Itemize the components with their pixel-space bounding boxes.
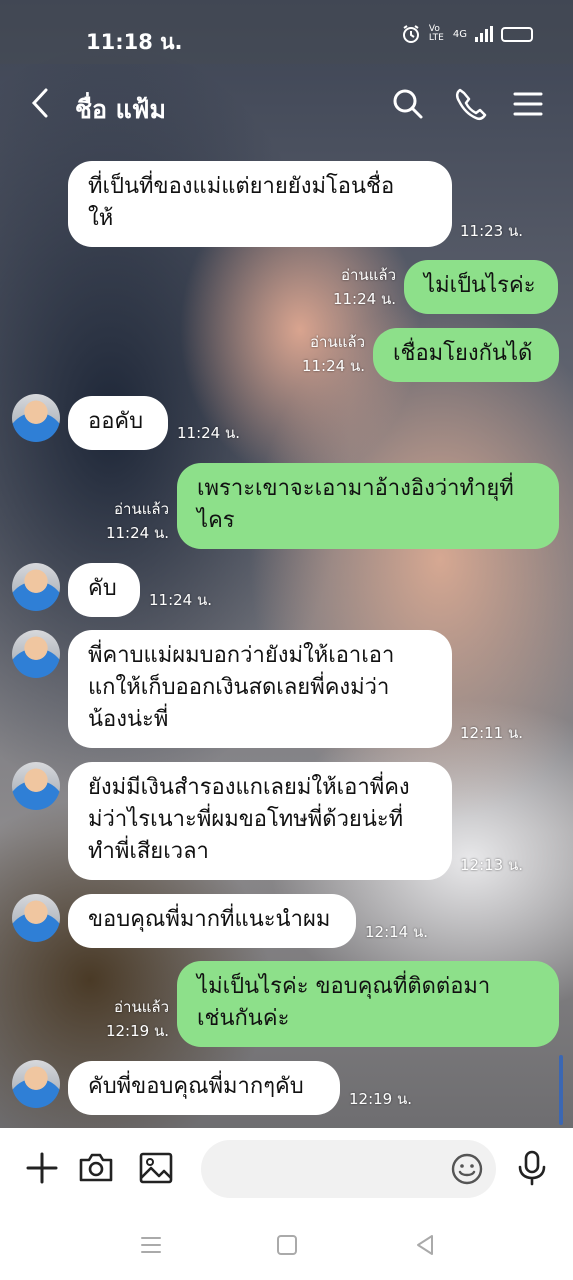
- nav-home-icon[interactable]: [272, 1230, 302, 1260]
- message-text: แกให้เก็บออกเงินสดเลยพี่คงม่ว่า: [88, 675, 390, 700]
- plus-icon[interactable]: [22, 1148, 62, 1188]
- message-time: 11:24 น.: [149, 591, 213, 609]
- message-text: เช่นกันค่ะ: [197, 1006, 290, 1031]
- message-text: เชื่อมโยงกันได้: [393, 341, 533, 366]
- battery-icon: [501, 26, 533, 42]
- read-receipt: อ่านแล้ว: [341, 266, 396, 284]
- message-text: ทำพี่เสียเวลา: [88, 839, 209, 864]
- message-time: 12:19 น.: [349, 1090, 413, 1108]
- search-icon[interactable]: [390, 86, 426, 122]
- read-receipt: อ่านแล้ว: [114, 500, 169, 518]
- message-text: น้องน่ะพี่: [88, 707, 169, 732]
- message-text: ที่เป็นที่ของแม่แต่ยายยังม่โอนชื่อ: [88, 174, 395, 199]
- alarm-icon: [402, 25, 419, 43]
- image-icon[interactable]: [136, 1148, 176, 1188]
- message-text: เพราะเขาจะเอามาอ้างอิงว่าทำยุที่: [197, 476, 514, 501]
- message-time: 11:23 น.: [460, 222, 524, 240]
- message-bubble-incoming[interactable]: ที่เป็นที่ของแม่แต่ยายยังม่โอนชื่อ ให้: [68, 161, 452, 247]
- volte-label: Vo LTE: [428, 24, 444, 43]
- network-label: 4G: [452, 28, 467, 40]
- message-input[interactable]: [201, 1140, 496, 1198]
- back-icon[interactable]: [28, 86, 52, 126]
- message-bubble-incoming[interactable]: พี่คาบแม่ผมบอกว่ายังม่ให้เอาเอา แกให้เก็…: [68, 630, 452, 748]
- message-time: 11:24 น.: [332, 290, 396, 308]
- avatar[interactable]: [12, 762, 60, 810]
- status-bar: 11:18 น. Vo LTE 4G: [0, 0, 573, 64]
- message-bubble-incoming[interactable]: ยังม่มีเงินสำรองแกเลยม่ให้เอาพี่คง ม่ว่า…: [68, 762, 452, 880]
- avatar[interactable]: [12, 394, 60, 442]
- message-time: 12:14 น.: [365, 923, 429, 941]
- read-receipt: อ่านแล้ว: [310, 333, 365, 351]
- message-text: คับ: [88, 576, 117, 601]
- message-time: 12:11 น.: [460, 724, 524, 742]
- message-text: พี่คาบแม่ผมบอกว่ายังม่ให้เอาเอา: [88, 643, 395, 668]
- mic-icon[interactable]: [512, 1148, 552, 1188]
- chat-header: ชื่อ แฟ้ม: [0, 64, 573, 148]
- read-receipt: อ่านแล้ว: [114, 998, 169, 1016]
- message-bubble-outgoing[interactable]: ไม่เป็นไรค่ะ ขอบคุณที่ติดต่อมา เช่นกันค่…: [177, 961, 559, 1047]
- menu-icon[interactable]: [510, 86, 546, 122]
- nav-back-icon[interactable]: [410, 1230, 440, 1260]
- message-text: ยังม่มีเงินสำรองแกเลยม่ให้เอาพี่คง: [88, 775, 410, 800]
- message-text: ออคับ: [88, 409, 144, 434]
- avatar[interactable]: [12, 630, 60, 678]
- nav-menu-icon[interactable]: [136, 1230, 166, 1260]
- camera-icon[interactable]: [76, 1148, 116, 1188]
- message-time: 12:19 น.: [105, 1022, 169, 1040]
- emoji-icon[interactable]: [450, 1152, 484, 1186]
- message-time: 11:24 น.: [105, 524, 169, 542]
- avatar[interactable]: [12, 563, 60, 611]
- status-time: 11:18 น.: [86, 30, 183, 54]
- input-bar: [0, 1128, 573, 1210]
- message-text: ให้: [88, 206, 114, 231]
- message-text: คับพี่ขอบคุณพี่มากๆคับ: [88, 1074, 304, 1099]
- message-text: ไม่เป็นไรค่ะ: [424, 273, 536, 298]
- chat-screen: 11:18 น. Vo LTE 4G ชื่อ แฟ้ม ที่เป็นที่ข…: [0, 0, 573, 1280]
- contact-name[interactable]: ชื่อ แฟ้ม: [75, 90, 166, 130]
- message-bubble-incoming[interactable]: ออคับ: [68, 396, 168, 450]
- avatar[interactable]: [12, 1060, 60, 1108]
- status-icons: Vo LTE 4G: [401, 24, 533, 44]
- message-bubble-outgoing[interactable]: เพราะเขาจะเอามาอ้างอิงว่าทำยุที่ ไคร: [177, 463, 559, 549]
- message-bubble-incoming[interactable]: คับ: [68, 563, 140, 617]
- message-bubble-incoming[interactable]: คับพี่ขอบคุณพี่มากๆคับ: [68, 1061, 340, 1115]
- phone-icon[interactable]: [452, 86, 488, 122]
- message-text: ขอบคุณพี่มากที่แนะนำผม: [88, 907, 331, 932]
- message-bubble-outgoing[interactable]: ไม่เป็นไรค่ะ: [404, 260, 558, 314]
- message-text: ไคร: [197, 508, 235, 533]
- message-time: 12:13 น.: [460, 856, 524, 874]
- scrollbar[interactable]: [559, 1055, 563, 1125]
- message-text: ม่ว่าไรเนาะพี่ผมขอโทษพี่ด้วยน่ะที่: [88, 807, 404, 832]
- message-time: 11:24 น.: [301, 357, 365, 375]
- avatar[interactable]: [12, 894, 60, 942]
- message-time: 11:24 น.: [177, 424, 241, 442]
- message-bubble-outgoing[interactable]: เชื่อมโยงกันได้: [373, 328, 559, 382]
- signal-icon: [475, 26, 493, 42]
- system-nav-bar: [0, 1210, 573, 1280]
- message-text: ไม่เป็นไรค่ะ ขอบคุณที่ติดต่อมา: [197, 974, 491, 999]
- message-bubble-incoming[interactable]: ขอบคุณพี่มากที่แนะนำผม: [68, 894, 356, 948]
